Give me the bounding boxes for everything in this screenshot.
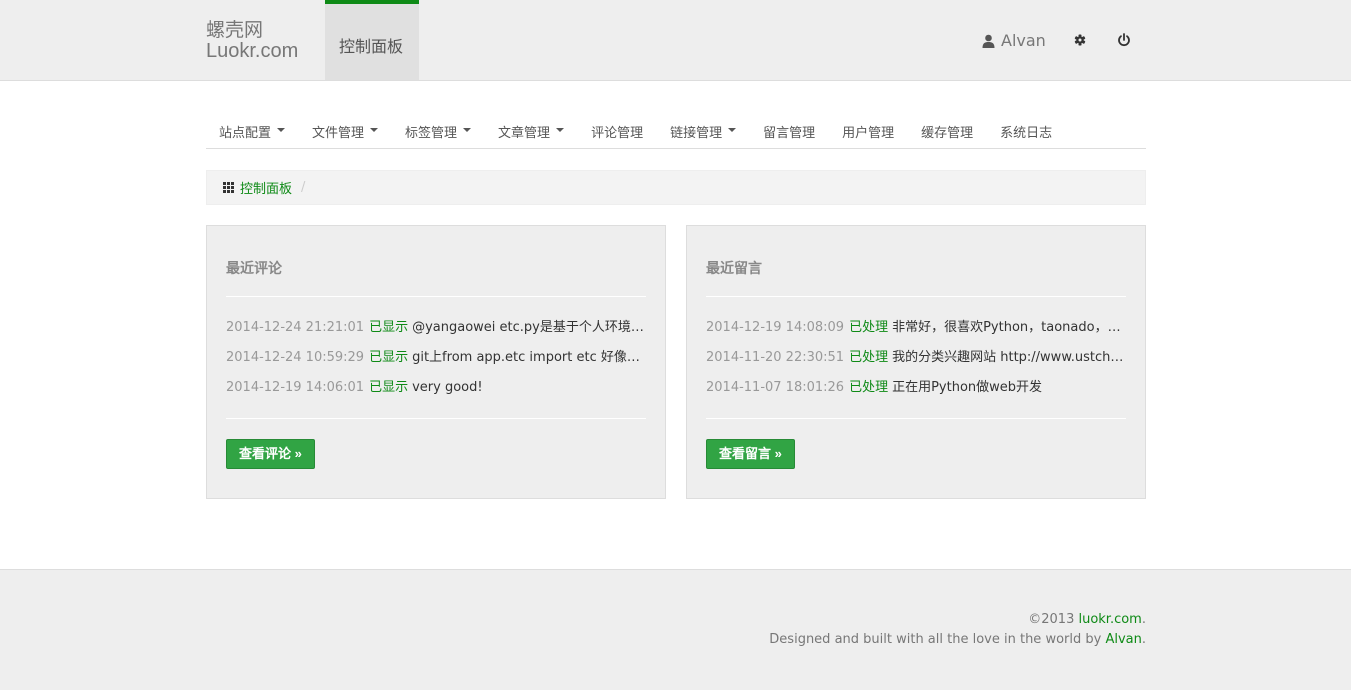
list-item-time: 2014-12-24 10:59:29 bbox=[226, 350, 365, 365]
list-item: 2014-12-19 14:06:01 已显示 very good! bbox=[226, 378, 646, 408]
list-item: 2014-11-20 22:30:51 已处理 我的分类兴趣网站 http://ww… bbox=[706, 348, 1126, 378]
brand-name-en: Luokr.com bbox=[206, 40, 299, 62]
grid-icon bbox=[223, 182, 234, 193]
divider bbox=[226, 418, 646, 419]
list-item-text[interactable]: @yangaowei etc.py是基于个人环境的... bbox=[412, 320, 646, 335]
tab-item[interactable]: 系统日志 bbox=[987, 110, 1066, 148]
list-item-text[interactable]: very good! bbox=[412, 380, 482, 395]
list-item-text[interactable]: git上from app.etc import etc 好像不... bbox=[412, 350, 646, 365]
brand-name-cn: 螺壳网 bbox=[206, 19, 264, 41]
recent-messages-title: 最近留言 bbox=[706, 261, 762, 277]
recent-messages-list: 2014-12-19 14:08:09 已处理 非常好，很喜欢Python，taon… bbox=[706, 318, 1126, 408]
caret-down-icon bbox=[370, 128, 379, 132]
tab-label: 留言管理 bbox=[763, 126, 816, 141]
recent-messages-panel: 最近留言 2014-12-19 14:08:09 已处理 非常好，很喜欢Python… bbox=[686, 225, 1146, 499]
list-item-status: 已显示 bbox=[369, 320, 409, 335]
list-item-time: 2014-12-19 14:06:01 bbox=[226, 380, 365, 395]
breadcrumb-dashboard-link[interactable]: 控制面板 bbox=[240, 178, 292, 197]
tab-item[interactable]: 留言管理 bbox=[750, 110, 829, 148]
footer: ©2013 luokr.com. Designed and built with… bbox=[0, 569, 1351, 690]
list-item: 2014-12-24 10:59:29 已显示 git上from app.etc i… bbox=[226, 348, 646, 378]
topnav-dashboard[interactable]: 控制面板 bbox=[325, 0, 419, 80]
recent-comments-list: 2014-12-24 21:21:01 已显示 @yangaowei etc.py是… bbox=[226, 318, 646, 408]
list-item-status: 已处理 bbox=[849, 320, 889, 335]
tab-item[interactable]: 链接管理 bbox=[657, 110, 750, 148]
list-item-status: 已处理 bbox=[849, 380, 889, 395]
tab-item[interactable]: 评论管理 bbox=[578, 110, 657, 148]
list-item-text[interactable]: 非常好，很喜欢Python，taonado，对... bbox=[892, 320, 1126, 335]
view-messages-button[interactable]: 查看留言 » bbox=[706, 439, 795, 469]
user-icon bbox=[982, 34, 995, 48]
user-name: Alvan bbox=[1001, 31, 1046, 50]
credit-text: Designed and built with all the love in … bbox=[769, 632, 1106, 647]
tab-item[interactable]: 文件管理 bbox=[299, 110, 392, 148]
view-comments-button[interactable]: 查看评论 » bbox=[226, 439, 315, 469]
recent-comments-panel: 最近评论 2014-12-24 21:21:01 已显示 @yangaowei et… bbox=[206, 225, 666, 499]
list-item: 2014-12-19 14:08:09 已处理 非常好，很喜欢Python，taon… bbox=[706, 318, 1126, 348]
footer-period: . bbox=[1141, 612, 1146, 627]
tab-label: 文章管理 bbox=[498, 126, 551, 141]
divider bbox=[706, 296, 1126, 297]
tab-item[interactable]: 标签管理 bbox=[392, 110, 485, 148]
list-item-time: 2014-11-07 18:01:26 bbox=[706, 380, 845, 395]
tab-item[interactable]: 文章管理 bbox=[485, 110, 578, 148]
list-item-text[interactable]: 我的分类兴趣网站 http://www.ustcha... bbox=[892, 350, 1126, 365]
list-item: 2014-12-24 21:21:01 已显示 @yangaowei etc.py是… bbox=[226, 318, 646, 348]
user-menu[interactable]: Alvan bbox=[982, 31, 1046, 50]
admin-tabs: 站点配置 文件管理 标签管理 文章管理 评论管理 链接管理 留言管理 用户管理 缓存管理 系统日志 bbox=[206, 110, 1146, 149]
topnav-dashboard-label: 控制面板 bbox=[339, 37, 404, 56]
tab-item[interactable]: 用户管理 bbox=[829, 110, 908, 148]
tab-label: 链接管理 bbox=[670, 126, 723, 141]
copyright-text: ©2013 bbox=[1028, 612, 1079, 627]
list-item-text[interactable]: 正在用Python做web开发 bbox=[892, 380, 1042, 395]
tab-label: 用户管理 bbox=[842, 126, 895, 141]
power-icon[interactable] bbox=[1117, 33, 1131, 47]
breadcrumb: 控制面板 / bbox=[206, 170, 1146, 205]
list-item-time: 2014-12-19 14:08:09 bbox=[706, 320, 845, 335]
brand-logo[interactable]: 螺壳网 Luokr.com bbox=[206, 20, 298, 62]
caret-down-icon bbox=[728, 128, 737, 132]
footer-copyright: ©2013 luokr.com. bbox=[1028, 612, 1146, 627]
tab-item[interactable]: 站点配置 bbox=[206, 110, 299, 148]
list-item-status: 已处理 bbox=[849, 350, 889, 365]
caret-down-icon bbox=[277, 128, 286, 132]
footer-author-link[interactable]: Alvan bbox=[1105, 632, 1141, 647]
tab-label: 评论管理 bbox=[591, 126, 644, 141]
tab-label: 缓存管理 bbox=[921, 126, 974, 141]
caret-down-icon bbox=[556, 128, 565, 132]
footer-site-link[interactable]: luokr.com bbox=[1078, 612, 1141, 627]
breadcrumb-separator: / bbox=[301, 180, 306, 195]
tab-label: 标签管理 bbox=[405, 126, 458, 141]
tab-label: 系统日志 bbox=[1000, 126, 1053, 141]
tab-label: 站点配置 bbox=[219, 126, 272, 141]
list-item: 2014-11-07 18:01:26 已处理 正在用Python做web开发 bbox=[706, 378, 1126, 408]
list-item-time: 2014-12-24 21:21:01 bbox=[226, 320, 365, 335]
caret-down-icon bbox=[463, 128, 472, 132]
list-item-time: 2014-11-20 22:30:51 bbox=[706, 350, 845, 365]
tab-item[interactable]: 缓存管理 bbox=[908, 110, 987, 148]
footer-credit: Designed and built with all the love in … bbox=[769, 632, 1146, 647]
gear-icon[interactable] bbox=[1073, 33, 1087, 47]
top-navbar: 螺壳网 Luokr.com 控制面板 Alvan bbox=[0, 0, 1351, 81]
list-item-status: 已显示 bbox=[369, 380, 409, 395]
tab-label: 文件管理 bbox=[312, 126, 365, 141]
footer-period: . bbox=[1141, 632, 1146, 647]
recent-comments-title: 最近评论 bbox=[226, 261, 282, 277]
list-item-status: 已显示 bbox=[369, 350, 409, 365]
divider bbox=[706, 418, 1126, 419]
divider bbox=[226, 296, 646, 297]
